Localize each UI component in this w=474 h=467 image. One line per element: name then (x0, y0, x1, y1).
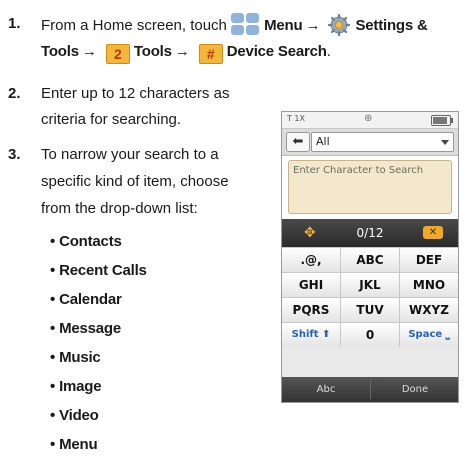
category-item: • Menu (50, 436, 98, 453)
category-item: • Message (50, 320, 122, 337)
search-input[interactable]: Enter Character to Search (288, 160, 452, 214)
keypad-spacer (282, 347, 458, 377)
step-2-line-2: criteria for searching. (41, 111, 182, 128)
menu-label: Menu (264, 17, 303, 34)
step-2-line-1: Enter up to 12 characters as (41, 85, 230, 102)
key-2-icon: 2 (105, 44, 130, 64)
step-2-number: 2. (8, 85, 21, 102)
gps-icon: ⊕ (364, 113, 373, 124)
arrow-3: → (174, 43, 190, 60)
step-1-period: . (326, 43, 331, 60)
keypad-bottom-bar: Abc Done (282, 377, 458, 402)
battery-icon (431, 115, 453, 126)
search-toolbar: ⬅ All (282, 128, 458, 156)
dropdown-value: All (316, 135, 330, 148)
key-wxyz[interactable]: WXYZ (400, 298, 458, 322)
step-3-number: 3. (8, 146, 21, 163)
key-def[interactable]: DEF (400, 248, 458, 272)
category-item: • Video (50, 407, 99, 424)
device-search-label: Device Search (226, 43, 327, 60)
tools-label: Tools (133, 43, 172, 60)
space-key[interactable]: Space ⎵ (400, 323, 458, 347)
category-item: • Music (50, 349, 101, 366)
category-dropdown[interactable]: All (311, 132, 454, 152)
category-item: • Recent Calls (50, 262, 147, 279)
step-1-text: From a Home screen, touch (41, 17, 227, 34)
key-tuv[interactable]: TUV (341, 298, 399, 322)
shift-key[interactable]: Shift ⬆ (282, 323, 340, 347)
key-punct[interactable]: .@, (282, 248, 340, 272)
key-mno[interactable]: MNO (400, 273, 458, 297)
back-button[interactable]: ⬅ (286, 132, 310, 152)
category-item: • Contacts (50, 233, 122, 250)
phone-screen: T 1X ⊕ ⬅ All Enter Character to Search ✥… (281, 111, 459, 403)
keypad: ✥ 0/12 ✕ .@, ABC DEF GHI JKL MNO PQRS TU… (282, 219, 458, 402)
keypad-row: Shift ⬆ 0 Space ⎵ (282, 322, 458, 347)
tools-lead-label: Tools (41, 43, 79, 60)
menu-icon (231, 13, 261, 35)
settings-label: Settings & (355, 17, 428, 34)
key-zero[interactable]: 0 (341, 323, 399, 347)
key-pqrs[interactable]: PQRS (282, 298, 340, 322)
character-count: 0/12 (356, 226, 384, 240)
step-1-number: 1. (8, 15, 21, 32)
key-jkl[interactable]: JKL (341, 273, 399, 297)
step-3-line-1: To narrow your search to a (41, 146, 219, 163)
signal-indicator: T 1X (287, 114, 305, 123)
step-3-line-2: specific kind of item, choose (41, 173, 229, 190)
status-bar: T 1X ⊕ (282, 112, 458, 128)
arrow-1: → (305, 17, 321, 34)
delete-key[interactable]: ✕ (423, 226, 443, 239)
category-item: • Image (50, 378, 102, 395)
cursor-move-icon[interactable]: ✥ (304, 225, 316, 241)
keypad-header: ✥ 0/12 ✕ (282, 219, 458, 247)
key-hash-icon: # (198, 44, 223, 64)
key-abc[interactable]: ABC (341, 248, 399, 272)
search-placeholder: Enter Character to Search (293, 165, 424, 176)
settings-gear-icon (327, 13, 351, 37)
chevron-down-icon (441, 140, 449, 145)
done-button[interactable]: Done (371, 377, 458, 402)
step-1-line-2: Tools → 2 Tools → # Device Search. (41, 41, 331, 64)
step-1-line-1: From a Home screen, touch Menu → Settings… (41, 13, 428, 37)
keypad-row: GHI JKL MNO (282, 272, 458, 297)
category-item: • Calendar (50, 291, 122, 308)
arrow-2: → (81, 43, 97, 60)
key-ghi[interactable]: GHI (282, 273, 340, 297)
keypad-row: .@, ABC DEF (282, 247, 458, 272)
keypad-row: PQRS TUV WXYZ (282, 297, 458, 322)
abc-mode-button[interactable]: Abc (282, 377, 370, 402)
step-3-line-3: from the drop-down list: (41, 200, 198, 217)
